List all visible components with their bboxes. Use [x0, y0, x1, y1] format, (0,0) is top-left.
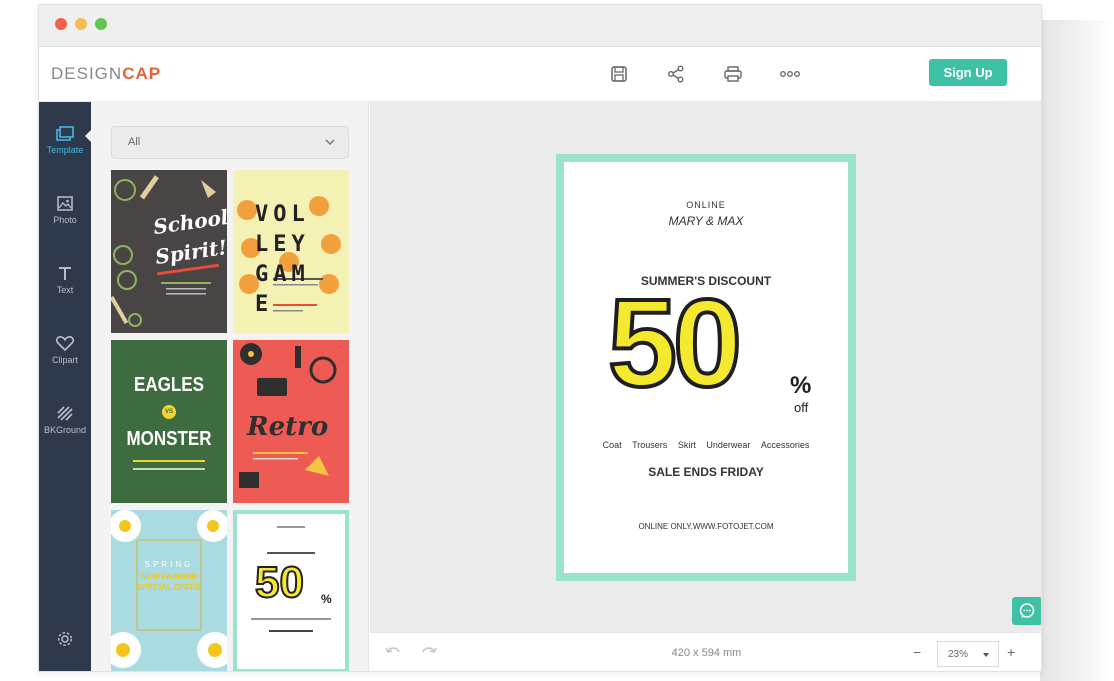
thumb-spring-line3: SPECIAL OFFER: [137, 583, 201, 592]
template-icon: [56, 126, 74, 141]
app-window: DESIGNCAP Sign Up Template Photo Text Cl…: [38, 4, 1042, 672]
thumb-eagles-detail-line: [133, 460, 205, 462]
thumb-title-eagles: EAGLES: [134, 374, 204, 396]
active-tab-indicator: [85, 129, 92, 143]
thumb-title-monster: MONSTER: [126, 428, 212, 450]
more-options-button[interactable]: [777, 61, 803, 87]
template-panel: All School Spirit! VOL LEY GAM E EAGLES …: [91, 102, 369, 671]
thumb-spring-line2: NEW FASHION: [140, 572, 198, 581]
poster-category-item: Underwear: [706, 440, 751, 450]
template-thumb-summer-discount[interactable]: 50 %: [233, 510, 349, 671]
window-titlebar: [39, 5, 1041, 47]
template-thumb-school-spirit[interactable]: School Spirit!: [111, 170, 227, 333]
designcap-logo[interactable]: DESIGNCAP: [51, 64, 161, 84]
poster-sale-text: SALE ENDS FRIDAY: [648, 465, 764, 479]
thumb-summer-bar: [251, 618, 331, 620]
heart-icon: [55, 336, 75, 352]
sidebar-item-label: BKGround: [43, 425, 87, 435]
thumb-volleyball-letters: VOL LEY GAM E: [255, 202, 310, 317]
poster-off: off: [794, 400, 809, 415]
share-icon: [668, 65, 684, 83]
background-pattern-icon: [57, 406, 73, 421]
sidebar-item-photo[interactable]: Photo: [39, 182, 91, 238]
chevron-down-icon: [325, 139, 335, 146]
sidebar-item-text[interactable]: Text: [39, 252, 91, 308]
thumb-vs-badge: VS: [162, 405, 176, 419]
minimize-window-button[interactable]: [75, 18, 87, 30]
category-select-value: All: [128, 136, 141, 148]
logo-design-text: DESIGN: [51, 64, 123, 83]
zoom-in-button[interactable]: +: [1007, 645, 1021, 661]
sidebar-item-clipart[interactable]: Clipart: [39, 322, 91, 378]
poster-category-item: Accessories: [760, 440, 810, 450]
caret-down-icon: [983, 653, 989, 657]
poster-category-item: Coat: [602, 440, 622, 450]
canvas-bottom-bar: 420 x 594 mm − 23% +: [370, 632, 1041, 671]
sidebar-item-label: Text: [56, 285, 74, 295]
poster-categories: Coat Trousers Skirt Underwear Accessorie…: [564, 440, 848, 450]
more-icon: [780, 71, 800, 77]
thumb-title-retro: Retro: [247, 412, 329, 442]
sidebar-item-label: Photo: [53, 215, 77, 225]
chat-button[interactable]: [1012, 597, 1041, 625]
print-button[interactable]: [720, 61, 746, 87]
poster-category-item: Skirt: [677, 440, 696, 450]
save-button[interactable]: [606, 61, 632, 87]
template-thumb-spring[interactable]: SPRING NEW FASHION SPECIAL OFFER: [111, 510, 227, 671]
poster-footer-text: ONLINE ONLY.WWW.FOTOJET.COM: [638, 522, 774, 531]
logo-cap-text: CAP: [122, 64, 162, 83]
category-select[interactable]: All: [111, 126, 349, 159]
window-shadow: [1040, 20, 1114, 681]
print-icon: [724, 66, 742, 82]
sidebar-item-background[interactable]: BKGround: [39, 392, 91, 448]
zoom-select[interactable]: 23%: [937, 641, 999, 667]
sidebar-item-label: Clipart: [51, 355, 78, 365]
maximize-window-button[interactable]: [95, 18, 107, 30]
thumb-eagles-detail-line: [133, 468, 205, 470]
template-thumb-retro[interactable]: Retro: [233, 340, 349, 503]
chat-bubble-icon: [1019, 603, 1035, 618]
thumb-summer-big-number: 50: [254, 557, 305, 608]
poster-content: ONLINE MARY & MAX SUMMER'S DISCOUNT 50 %…: [564, 162, 848, 573]
sign-up-button[interactable]: Sign Up: [929, 59, 1007, 86]
thumb-spring-line1: SPRING: [144, 560, 194, 569]
save-icon: [611, 66, 627, 82]
sidebar-item-label: Template: [46, 145, 84, 155]
thumb-summer-inner: 50 %: [237, 514, 345, 669]
close-window-button[interactable]: [55, 18, 67, 30]
template-thumb-volleyball[interactable]: VOL LEY GAM E: [233, 170, 349, 333]
text-icon: [59, 267, 71, 280]
poster-big-number: 50: [606, 275, 744, 413]
share-button[interactable]: [663, 61, 689, 87]
poster-percent: %: [790, 372, 812, 399]
design-poster[interactable]: ONLINE MARY & MAX SUMMER'S DISCOUNT 50 %…: [556, 154, 856, 581]
sidebar-item-template[interactable]: Template: [39, 112, 91, 168]
photo-icon: [57, 196, 73, 211]
tool-sidebar: Template Photo Text Clipart BKGround: [39, 102, 91, 671]
poster-category-item: Trousers: [632, 440, 668, 450]
thumb-summer-bar: [269, 630, 313, 632]
design-canvas-area: ONLINE MARY & MAX SUMMER'S DISCOUNT 50 %…: [370, 102, 1041, 632]
gear-icon: [57, 631, 73, 646]
settings-button[interactable]: [39, 612, 91, 668]
thumb-summer-percent: %: [321, 592, 332, 606]
template-thumb-eagles-monster[interactable]: EAGLES VS MONSTER: [111, 340, 227, 503]
poster-brand-text: MARY & MAX: [668, 214, 744, 228]
zoom-out-button[interactable]: −: [913, 645, 927, 661]
poster-online-text: ONLINE: [686, 200, 726, 210]
zoom-value: 23%: [948, 649, 969, 660]
thumb-summer-bar: [267, 552, 315, 554]
thumb-summer-bar: [277, 526, 305, 528]
app-header: DESIGNCAP Sign Up: [39, 47, 1041, 102]
